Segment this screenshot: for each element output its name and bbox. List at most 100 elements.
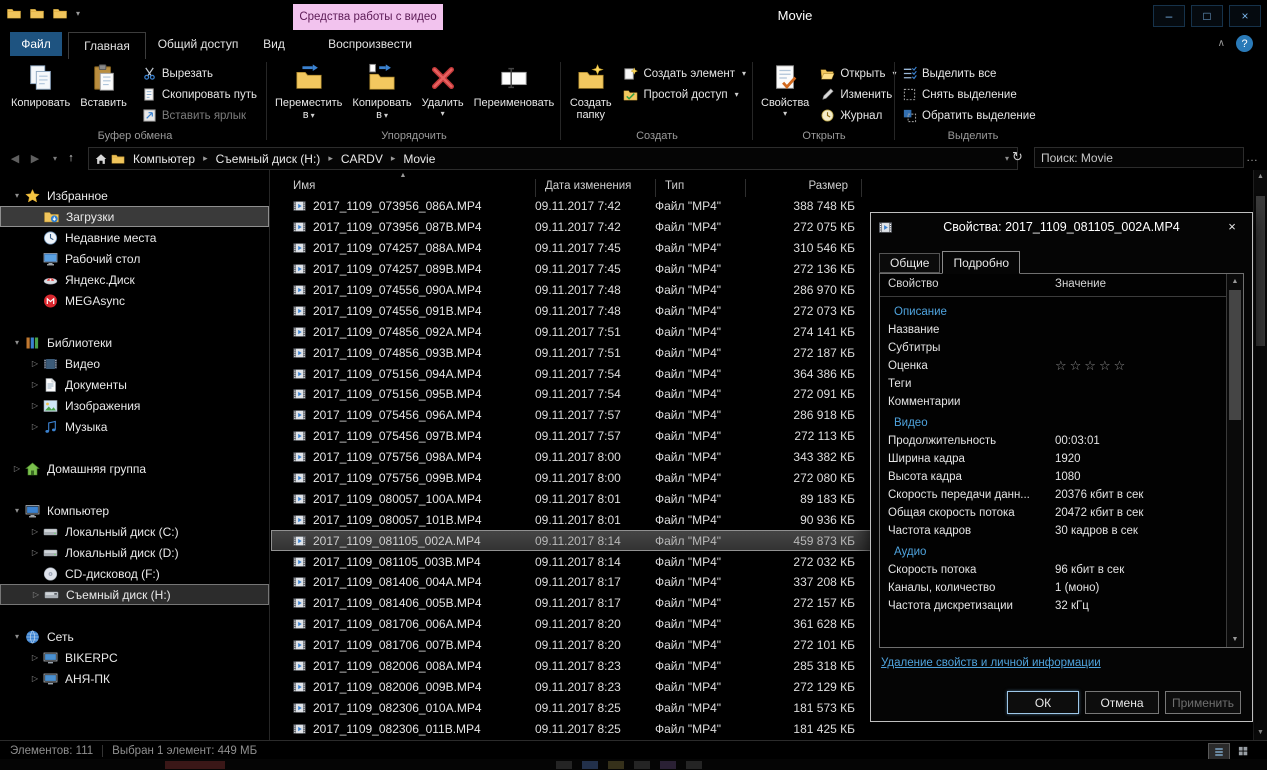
move-to-button[interactable]: Переместить в▾ <box>270 60 347 122</box>
address-dropdown-icon[interactable]: ▾ <box>1005 154 1012 163</box>
column-header-date[interactable]: Дата изменения <box>545 180 631 192</box>
ok-button[interactable]: ОК <box>1007 691 1079 714</box>
property-row[interactable]: Название <box>880 321 1227 339</box>
tab-share[interactable]: Общий доступ <box>150 32 246 56</box>
scroll-up-icon[interactable]: ▲ <box>1254 171 1267 183</box>
new-folder-button[interactable]: Создать папку <box>564 60 617 121</box>
column-divider[interactable] <box>535 179 536 197</box>
column-header-name[interactable]: Имя <box>293 180 315 192</box>
taskbar-icon-partial[interactable] <box>582 761 598 769</box>
apply-button[interactable]: Применить <box>1165 691 1241 714</box>
copy-path-button[interactable]: Скопировать путь <box>138 85 261 104</box>
expander-icon[interactable]: ▷ <box>28 380 42 389</box>
breadcrumb-item[interactable]: Съемный диск (H:) <box>211 152 326 166</box>
property-row[interactable]: Ширина кадра1920 <box>880 450 1227 468</box>
expander-icon[interactable]: ▾ <box>10 338 24 347</box>
sidebar-item[interactable]: ▷Локальный диск (D:) <box>0 542 269 563</box>
breadcrumb-item[interactable]: Movie <box>398 152 440 166</box>
column-divider[interactable] <box>655 179 656 197</box>
rename-button[interactable]: Переименовать <box>469 60 560 109</box>
tab-general[interactable]: Общие <box>879 253 940 273</box>
sidebar-item[interactable]: ▷BIKERPC <box>0 647 269 668</box>
qat-button-1[interactable] <box>29 6 45 21</box>
sidebar-item[interactable]: Загрузки <box>0 206 269 227</box>
forward-button[interactable]: ▶ <box>26 149 44 167</box>
expander-icon[interactable]: ▷ <box>28 548 42 557</box>
paste-button[interactable]: Вставить <box>75 60 132 109</box>
sidebar-item[interactable]: ▷Музыка <box>0 416 269 437</box>
sidebar-item[interactable]: CD-дисковод (F:) <box>0 563 269 584</box>
breadcrumb-item[interactable]: CARDV <box>336 152 388 166</box>
property-row[interactable]: Комментарии <box>880 393 1227 411</box>
sidebar-item[interactable]: ▷Документы <box>0 374 269 395</box>
expander-icon[interactable]: ▷ <box>29 590 43 599</box>
properties-button[interactable]: Свойства ▾ <box>756 60 814 118</box>
sidebar-item[interactable]: ▷Локальный диск (C:) <box>0 521 269 542</box>
expander-icon[interactable]: ▷ <box>28 422 42 431</box>
expander-icon[interactable]: ▾ <box>10 191 24 200</box>
scrollbar-thumb[interactable] <box>1229 290 1241 420</box>
sidebar-item[interactable]: ▷Видео <box>0 353 269 374</box>
remove-properties-link[interactable]: Удаление свойств и личной информации <box>881 657 1101 669</box>
up-button[interactable]: ↑ <box>62 149 80 167</box>
file-list-scrollbar[interactable]: ▲ ▼ <box>1253 170 1267 740</box>
property-row[interactable]: Продолжительность00:03:01 <box>880 432 1227 450</box>
taskbar-icon-partial[interactable] <box>608 761 624 769</box>
copy-to-button[interactable]: Копировать в▾ <box>347 60 416 122</box>
tab-file[interactable]: Файл <box>10 32 62 56</box>
sidebar-item[interactable]: MEGAsync <box>0 290 269 311</box>
sidebar-item[interactable]: ▷Домашняя группа <box>0 458 269 479</box>
qat-dropdown-icon[interactable]: ▾ <box>76 9 80 18</box>
property-row[interactable]: Высота кадра1080 <box>880 468 1227 486</box>
more-options-icon[interactable]: … <box>1246 150 1259 164</box>
column-divider[interactable] <box>861 179 862 197</box>
taskbar-icon-partial[interactable] <box>686 761 702 769</box>
help-button[interactable]: ? <box>1236 35 1253 52</box>
sidebar-item[interactable]: ▷АНЯ-ПК <box>0 668 269 689</box>
taskbar-icon-partial[interactable] <box>165 761 225 769</box>
expander-icon[interactable]: ▷ <box>10 464 24 473</box>
property-row[interactable]: Каналы, количество1 (моно) <box>880 579 1227 597</box>
expander-icon[interactable]: ▷ <box>28 527 42 536</box>
sidebar-item[interactable]: ▾Библиотеки <box>0 332 269 353</box>
breadcrumb[interactable]: Компьютер▸Съемный диск (H:)▸CARDV▸Movie … <box>88 147 1018 170</box>
expander-icon[interactable]: ▷ <box>28 653 42 662</box>
tab-view[interactable]: Вид <box>250 32 298 56</box>
sidebar-item[interactable]: ▾Сеть <box>0 626 269 647</box>
breadcrumb-item[interactable]: Компьютер <box>128 152 200 166</box>
ribbon-collapse-icon[interactable]: ∧ <box>1218 38 1225 49</box>
property-row[interactable]: Теги <box>880 375 1227 393</box>
easy-access-button[interactable]: Простой доступ ▾ <box>619 85 750 104</box>
new-item-button[interactable]: Создать элемент ▾ <box>619 64 750 83</box>
icons-view-button[interactable] <box>1233 743 1253 758</box>
close-button[interactable]: × <box>1229 5 1261 27</box>
sidebar-item[interactable]: ▷Изображения <box>0 395 269 416</box>
property-row[interactable]: Общая скорость потока20472 кбит в сек <box>880 504 1227 522</box>
scroll-down-icon[interactable]: ▼ <box>1227 633 1243 646</box>
column-header-size[interactable]: Размер <box>745 180 848 192</box>
column-divider[interactable] <box>745 179 746 197</box>
sidebar-item[interactable]: Яндекс.Диск <box>0 269 269 290</box>
minimize-button[interactable]: – <box>1153 5 1185 27</box>
sidebar-item[interactable]: ▷Съемный диск (H:) <box>0 584 269 605</box>
taskbar-icon-partial[interactable] <box>556 761 572 769</box>
select-none-button[interactable]: Снять выделение <box>898 85 1040 104</box>
paste-shortcut-button[interactable]: Вставить ярлык <box>138 106 261 125</box>
tab-details[interactable]: Подробно <box>942 251 1020 274</box>
property-row[interactable]: Оценка☆☆☆☆☆ <box>880 357 1227 375</box>
property-row[interactable]: Скорость передачи данн...20376 кбит в се… <box>880 486 1227 504</box>
taskbar-icon-partial[interactable] <box>660 761 676 769</box>
select-all-button[interactable]: Выделить все <box>898 64 1040 83</box>
refresh-button[interactable]: ↻ <box>1012 149 1023 165</box>
expander-icon[interactable]: ▷ <box>28 401 42 410</box>
scroll-down-icon[interactable]: ▼ <box>1254 727 1267 739</box>
expander-icon[interactable]: ▾ <box>10 506 24 515</box>
tab-play[interactable]: Воспроизвести <box>300 32 440 56</box>
dialog-close-button[interactable]: × <box>1219 217 1245 235</box>
cut-button[interactable]: Вырезать <box>138 64 261 83</box>
property-row[interactable]: Скорость потока96 кбит в сек <box>880 561 1227 579</box>
expander-icon[interactable]: ▷ <box>28 359 42 368</box>
property-row[interactable]: Частота дискретизации32 кГц <box>880 597 1227 615</box>
property-row[interactable]: Субтитры <box>880 339 1227 357</box>
cancel-button[interactable]: Отмена <box>1085 691 1159 714</box>
